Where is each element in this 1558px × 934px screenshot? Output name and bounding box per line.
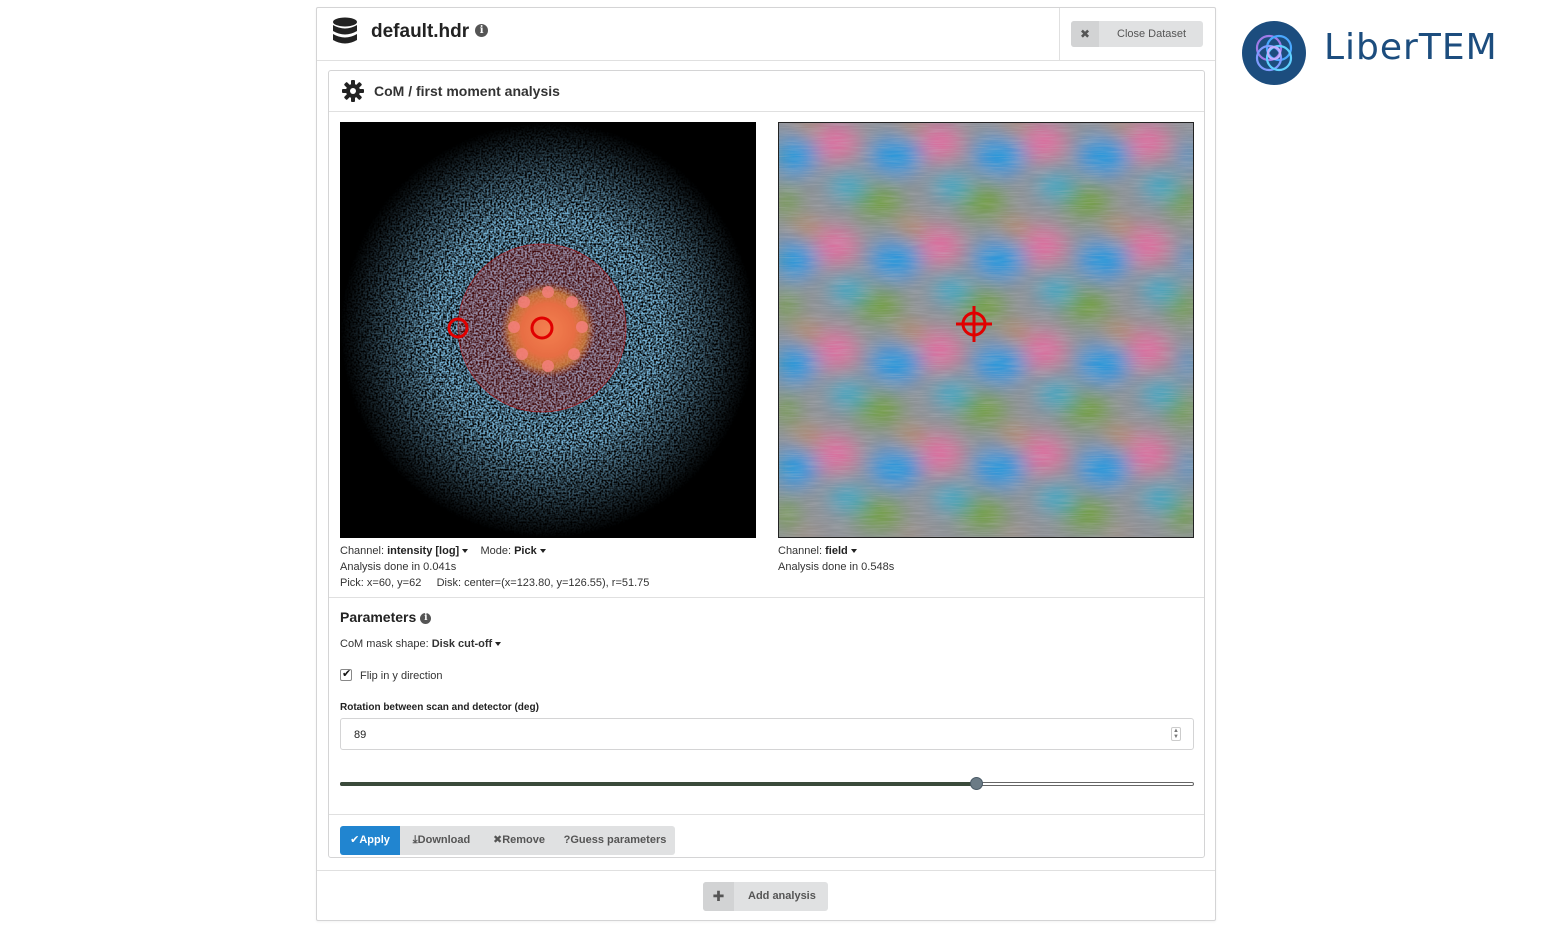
detector-frame-image[interactable] [340,122,756,538]
apply-label: Apply [359,834,390,846]
close-dataset-label: Close Dataset [1117,28,1187,40]
chevron-down-icon [850,549,857,554]
info-icon[interactable]: i [475,23,489,37]
right-channel-label: Channel: [778,545,823,557]
left-channel-dropdown[interactable]: intensity [log] [387,545,469,557]
divider [329,814,1204,815]
field-map-image[interactable] [778,122,1194,538]
mode-dropdown[interactable]: Pick [514,545,546,557]
disk-cutoff-overlay[interactable] [457,243,627,413]
divider [317,870,1215,871]
analysis-card: CoM / first moment analysis Channel: int… [328,70,1205,858]
logo-icon [1242,21,1306,85]
flip-y-checkbox[interactable]: ✔ [340,668,352,681]
mask-shape-row: CoM mask shape: Disk cut-off [340,638,502,650]
chevron-down-icon [462,549,469,554]
remove-button[interactable]: ✖Remove [483,826,555,855]
database-icon [333,17,357,44]
add-analysis-label: Add analysis [748,890,816,902]
mask-shape-dropdown[interactable]: Disk cut-off [432,638,502,650]
left-channel-label: Channel: [340,545,385,557]
libertem-logo: LiberTEM [1241,20,1516,86]
guess-parameters-label: Guess parameters [570,834,667,846]
chevron-down-icon [539,549,546,554]
left-channel-row: Channel: intensity [log] Mode: Pick [340,545,546,557]
close-icon: ✖ [492,834,503,846]
analysis-header: CoM / first moment analysis [329,71,1204,112]
close-dataset-button[interactable]: ✖ Close Dataset [1071,21,1203,47]
add-analysis-button[interactable]: ✚ Add analysis [703,882,828,911]
dataset-title: default.hdr i [371,21,489,43]
checkmark-icon: ✔ [342,668,352,680]
rotation-slider-fill [340,782,976,786]
dataset-name: default.hdr [371,21,470,42]
divider [329,597,1204,598]
dataset-panel: default.hdr i ✖ Close Dataset CoM / firs… [316,7,1216,921]
logo-text: LiberTEM [1324,27,1498,68]
left-status-text: Analysis done in 0.041s [340,561,457,573]
left-pick-row: Pick: x=60, y=62 Disk: center=(x=123.80,… [340,577,649,589]
mode-value: Pick [514,545,537,557]
rotation-input[interactable]: 89 ▲ ▼ [340,718,1194,750]
right-status-text: Analysis done in 0.548s [778,561,895,573]
rotation-slider-thumb[interactable] [970,777,983,790]
rotation-value: 89 [354,729,367,741]
disk-parameters: Disk: center=(x=123.80, y=126.55), r=51.… [436,577,650,589]
right-channel-dropdown[interactable]: field [825,545,857,557]
parameters-title: Parameters [340,609,417,625]
analysis-title: CoM / first moment analysis [374,83,560,99]
plus-icon: ✚ [703,882,734,911]
mask-shape-value: Disk cut-off [431,638,493,650]
pick-coordinates: Pick: x=60, y=62 [340,577,422,589]
spinner-icon[interactable]: ▲ ▼ [1171,727,1181,741]
check-icon: ✔ [350,834,360,846]
download-button[interactable]: ⤓Download [400,826,483,855]
guess-parameters-button[interactable]: ?Guess parameters [555,826,675,855]
left-channel-value: intensity [log] [387,545,460,557]
gear-icon [342,80,364,102]
rotation-label: Rotation between scan and detector (deg) [340,702,539,713]
apply-button[interactable]: ✔Apply [340,826,400,855]
mask-shape-label: CoM mask shape: [340,638,429,650]
right-channel-value: field [825,545,848,557]
chevron-down-icon [495,642,502,647]
download-label: Download [417,834,471,846]
flip-y-label[interactable]: Flip in y direction [360,670,443,682]
mode-label: Mode: [480,545,512,557]
right-channel-row: Channel: field [778,545,857,557]
close-icon: ✖ [1071,21,1099,47]
remove-label: Remove [502,834,545,846]
info-icon[interactable]: i [420,612,432,624]
parameters-heading: Parameters i [340,609,432,625]
header-divider [1059,8,1060,60]
dataset-header: default.hdr i ✖ Close Dataset [317,8,1215,61]
